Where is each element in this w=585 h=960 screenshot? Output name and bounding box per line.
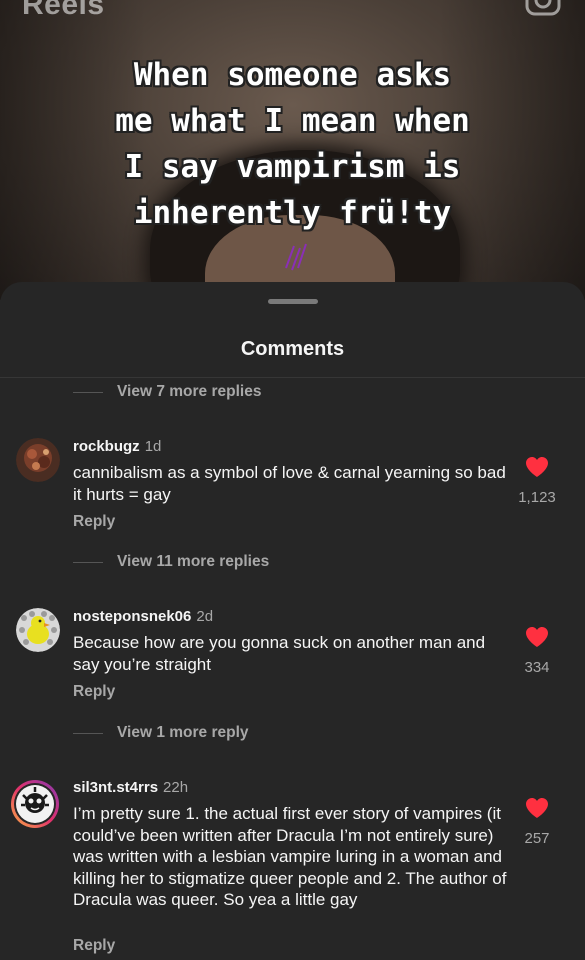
reply-thread-line (73, 561, 103, 563)
comment-text: cannibalism as a symbol of love & carnal… (73, 463, 506, 504)
comment-text: I’m pretty sure 1. the actual first ever… (73, 804, 507, 909)
avatar[interactable] (16, 438, 60, 482)
comment-username[interactable]: sil3nt.st4rrs (73, 779, 158, 796)
view-more-replies-button[interactable]: View 11 more replies (73, 553, 269, 571)
reply-thread-line (73, 391, 103, 393)
view-more-replies-button[interactable]: View 7 more replies (73, 383, 261, 401)
avatar-story-ring[interactable] (10, 779, 60, 829)
view-replies-label: View 7 more replies (117, 383, 262, 400)
reply-button[interactable]: Reply (73, 513, 115, 531)
reply-button[interactable]: Reply (73, 937, 115, 955)
reel-caption: When someone asks me what I mean when I … (115, 57, 470, 231)
comment-header: rockbugz 1d (73, 438, 161, 455)
heart-icon[interactable] (525, 626, 549, 648)
sheet-divider (0, 377, 585, 378)
comment-header: sil3nt.st4rrs 22h (73, 779, 188, 796)
like-count: 1,123 (518, 489, 556, 506)
reel-video[interactable]: Reels When someone asks me what I mean w… (0, 0, 585, 300)
reels-header-title: Reels (22, 0, 105, 21)
scratch-mark (285, 243, 307, 271)
comment-time: 22h (163, 779, 189, 796)
comment-time: 1d (144, 438, 162, 455)
comments-sheet: Comments View 7 more replies rockbugz 1d… (0, 282, 585, 960)
comment-text: Because how are you gonna suck on anothe… (73, 633, 486, 674)
like-count: 257 (524, 830, 550, 847)
heart-icon[interactable] (525, 797, 549, 819)
like-count: 334 (524, 659, 550, 676)
view-replies-label: View 1 more reply (117, 724, 249, 741)
view-more-replies-button[interactable]: View 1 more reply (73, 724, 249, 742)
comment-username[interactable]: nosteponsnek06 (73, 608, 191, 625)
like-control: 1,123 (507, 456, 567, 506)
like-control: 334 (507, 626, 567, 676)
reply-thread-line (73, 732, 103, 734)
camera-icon[interactable] (525, 0, 561, 16)
reply-button[interactable]: Reply (73, 683, 115, 701)
comment-time: 2d (196, 608, 214, 625)
comment-header: nosteponsnek06 2d (73, 608, 213, 625)
sheet-title: Comments (240, 338, 345, 360)
heart-icon[interactable] (525, 456, 549, 478)
like-control: 257 (507, 797, 567, 847)
avatar[interactable] (16, 608, 60, 652)
view-replies-label: View 11 more replies (117, 553, 270, 570)
sheet-drag-handle[interactable] (268, 299, 318, 304)
comment-username[interactable]: rockbugz (73, 438, 140, 455)
